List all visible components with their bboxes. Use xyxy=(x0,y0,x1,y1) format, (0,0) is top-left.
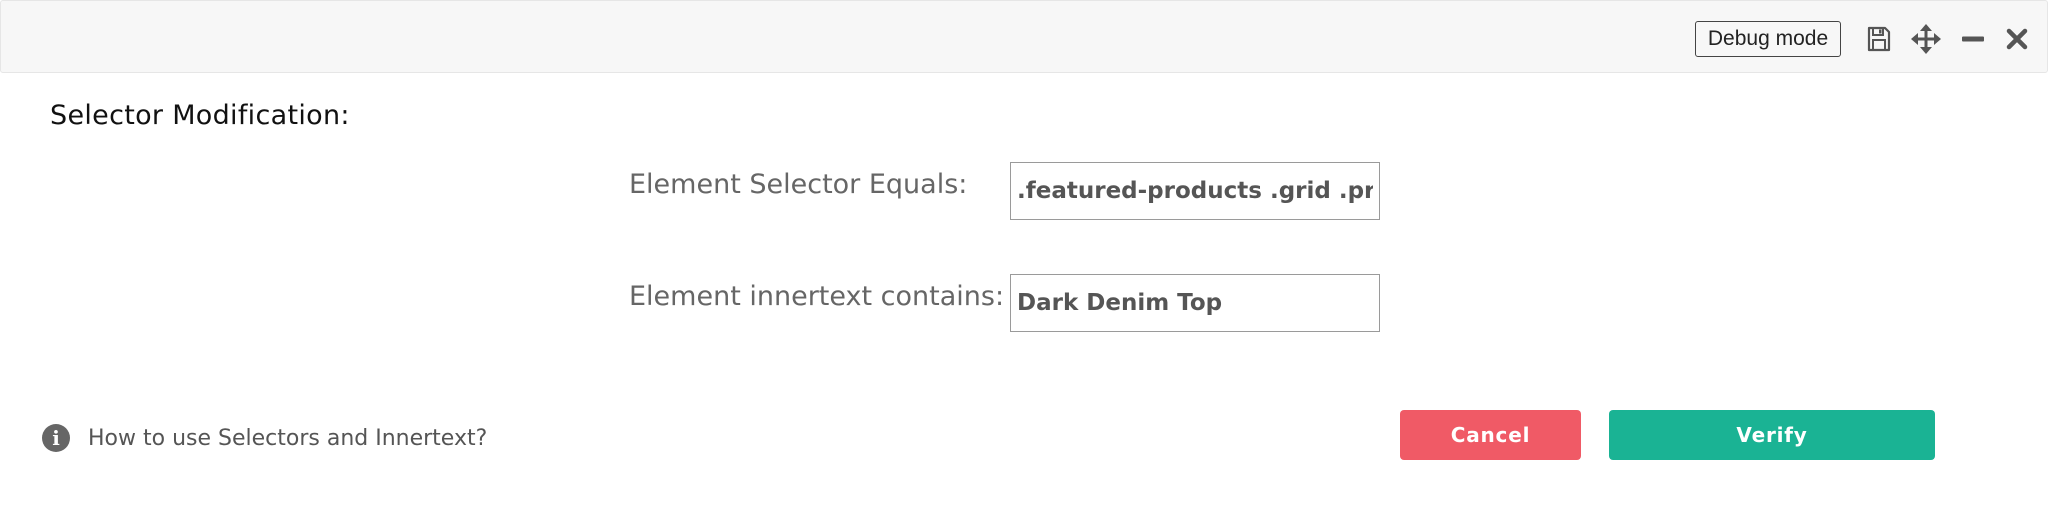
debug-mode-button[interactable]: Debug mode xyxy=(1695,21,1841,57)
close-icon[interactable] xyxy=(2001,23,2033,55)
selector-input[interactable] xyxy=(1010,162,1380,220)
verify-button[interactable]: Verify xyxy=(1609,410,1935,460)
minimize-icon[interactable] xyxy=(1957,23,1989,55)
section-title: Selector Modification: xyxy=(50,100,350,131)
info-icon: i xyxy=(42,424,70,452)
help-text: How to use Selectors and Innertext? xyxy=(88,425,488,451)
help-link[interactable]: i How to use Selectors and Innertext? xyxy=(42,424,487,452)
innertext-input[interactable] xyxy=(1010,274,1380,332)
selector-label: Element Selector Equals: xyxy=(629,169,968,200)
toolbar: Debug mode xyxy=(0,0,2048,73)
move-icon[interactable] xyxy=(1910,23,1942,55)
save-icon[interactable] xyxy=(1863,23,1895,55)
cancel-button[interactable]: Cancel xyxy=(1400,410,1581,460)
innertext-label: Element innertext contains: xyxy=(629,281,1005,312)
